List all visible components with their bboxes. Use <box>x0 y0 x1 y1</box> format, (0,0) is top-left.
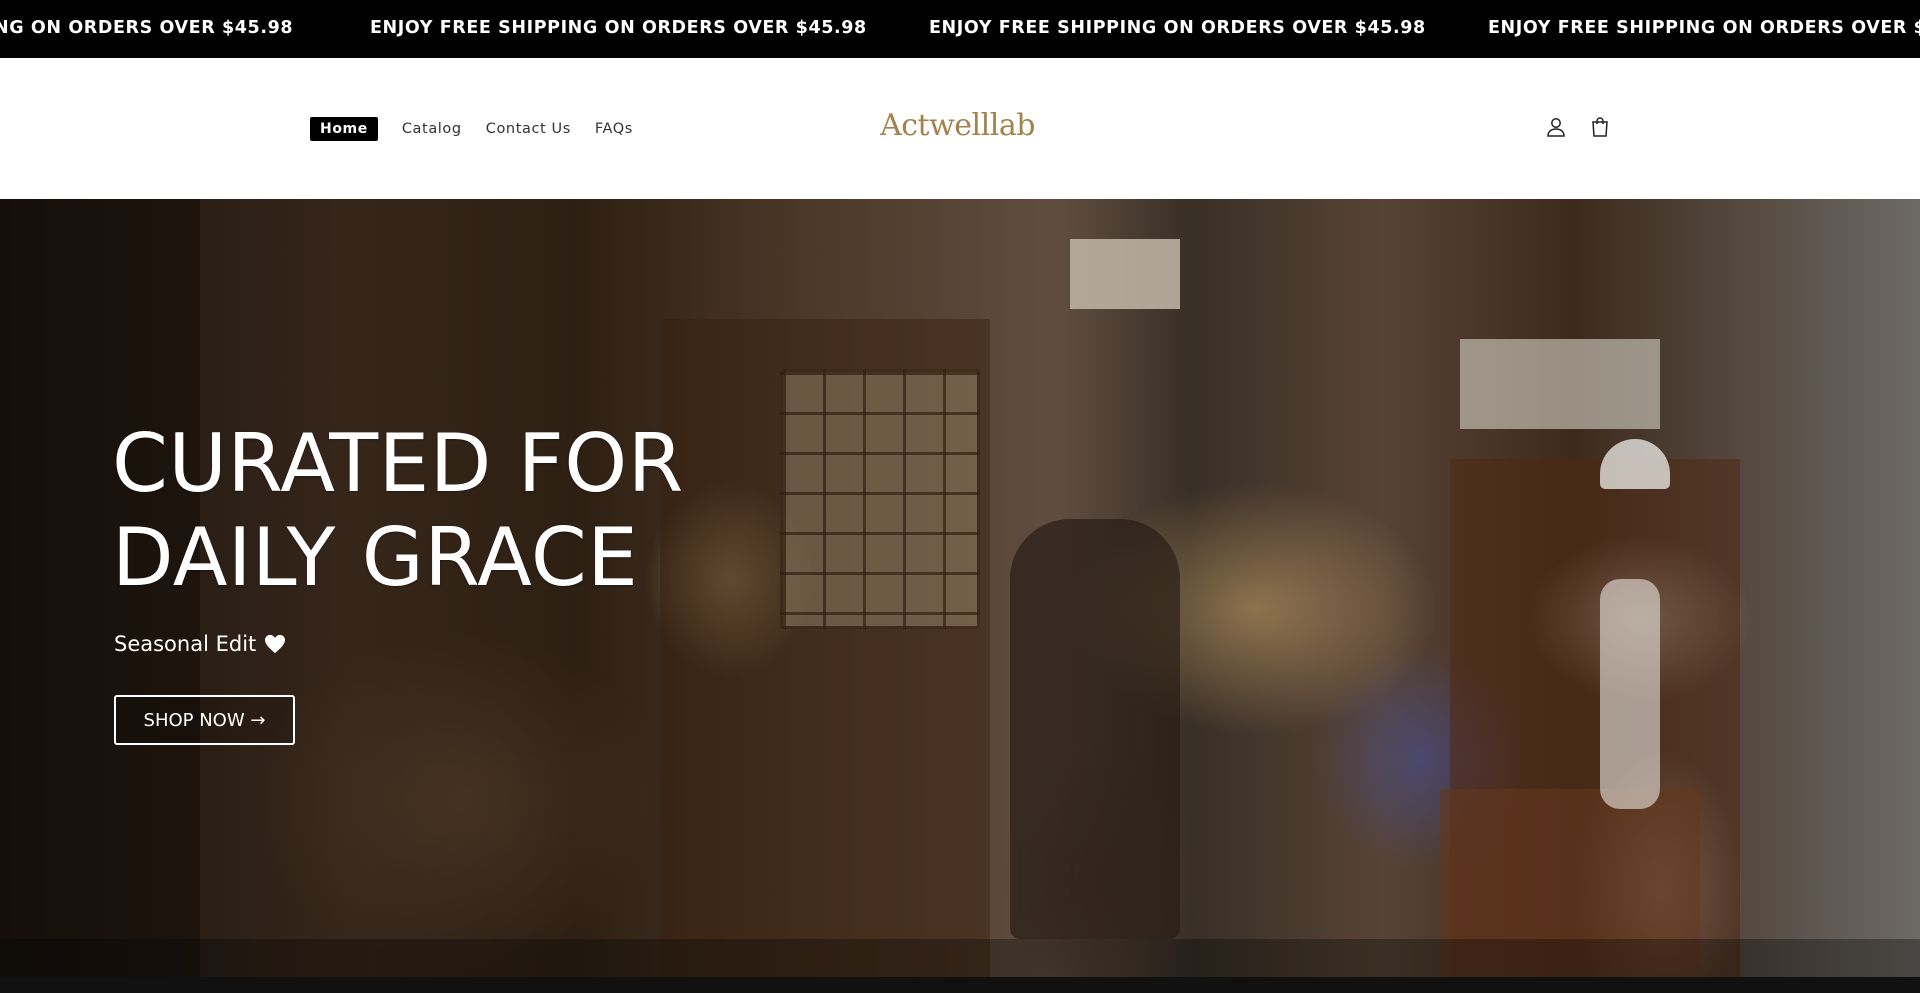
heart-icon <box>264 634 286 654</box>
header-icons <box>1543 114 1631 140</box>
announcement-text: ENJOY FREE SHIPPING ON ORDERS OVER $45. <box>1488 18 1920 38</box>
hero-subtitle-text: Seasonal Edit <box>114 632 257 656</box>
announcement-text: ENJOY FREE SHIPPING ON ORDERS OVER $45.9… <box>929 18 1426 38</box>
announcement-bar: NG ON ORDERS OVER $45.98 ENJOY FREE SHIP… <box>0 0 1920 58</box>
hero-title-line-2: DAILY GRACE <box>112 511 639 604</box>
hero-subtitle: Seasonal Edit <box>114 632 286 656</box>
nav-item-faqs[interactable]: FAQs <box>595 121 633 137</box>
site-logo[interactable]: Actwelllab <box>880 108 1035 143</box>
hero-title: CURATED FOR DAILY GRACE <box>112 417 812 605</box>
cart-icon[interactable] <box>1587 114 1613 140</box>
nav-item-contact-us[interactable]: Contact Us <box>486 121 571 137</box>
bottom-strip <box>0 977 1920 993</box>
shop-now-button[interactable]: SHOP NOW → <box>114 695 295 745</box>
main-nav: Home Catalog Contact Us FAQs <box>310 115 657 142</box>
announcement-text: ENJOY FREE SHIPPING ON ORDERS OVER $45.9… <box>370 18 867 38</box>
site-header: Home Catalog Contact Us FAQs Actwelllab <box>0 58 1920 199</box>
nav-item-catalog[interactable]: Catalog <box>402 121 462 137</box>
announcement-text: NG ON ORDERS OVER $45.98 <box>0 18 294 38</box>
nav-item-home[interactable]: Home <box>310 116 378 141</box>
hero-banner: CURATED FOR DAILY GRACE Seasonal Edit SH… <box>0 199 1920 977</box>
announcement-track: NG ON ORDERS OVER $45.98 ENJOY FREE SHIP… <box>0 0 1920 58</box>
hero-title-line-1: CURATED FOR <box>112 417 684 510</box>
account-icon[interactable] <box>1543 114 1569 140</box>
